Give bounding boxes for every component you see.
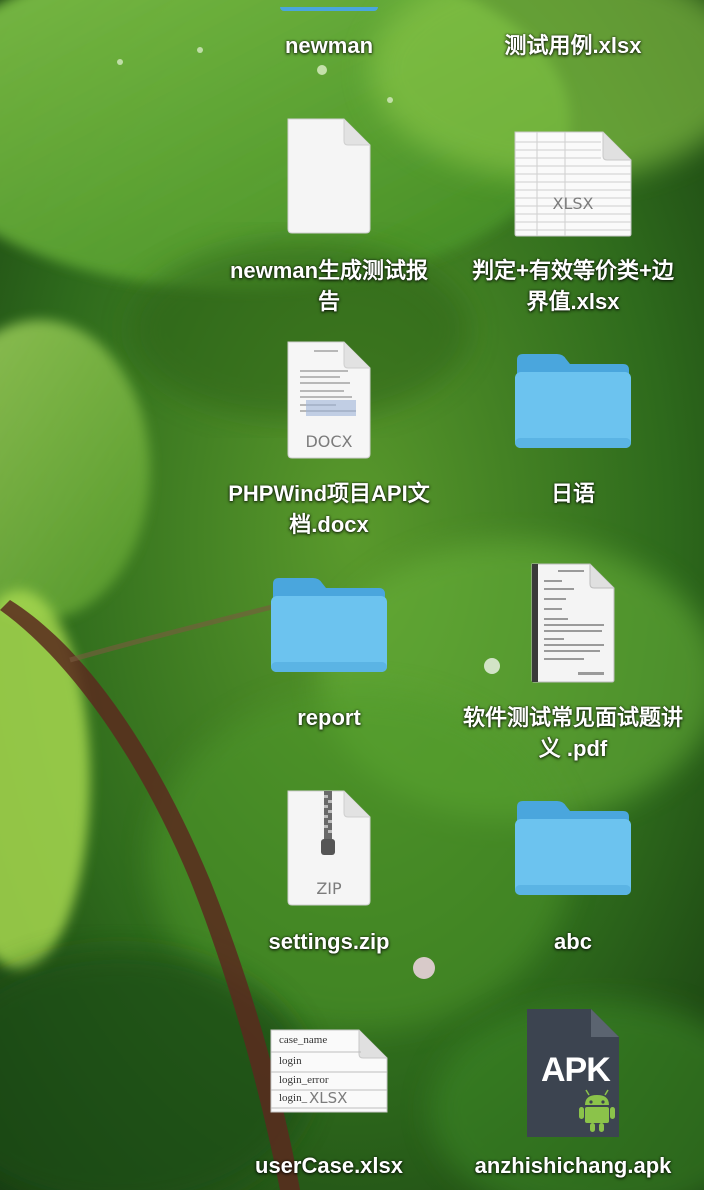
desktop-item-decision-xlsx[interactable]: XLSX 判定+有效等价类+边界值.xlsx [463, 115, 683, 320]
desktop-icon-grid: newman 测试用例.xlsx newman生成测试报告 [0, 0, 704, 1190]
file-type-badge: APK [541, 1051, 610, 1090]
desktop-item-phpwind-docx[interactable]: DOCX PHPWind项目API文档.docx [219, 338, 439, 543]
blue-item-icon [274, 0, 384, 6]
apk-file-icon: APK [525, 1007, 621, 1139]
sheet-cell: login_ [279, 1092, 307, 1104]
desktop-item-anzhishichang-apk[interactable]: APK anzhishichang.apk [463, 1005, 683, 1185]
file-type-badge: DOCX [284, 432, 374, 451]
desktop-item-interview-pdf[interactable]: 软件测试常见面试题讲义 .pdf [463, 562, 683, 767]
pdf-file-icon [528, 562, 618, 684]
item-label: newman生成测试报告 [219, 255, 439, 317]
sheet-cell: login_error [279, 1074, 328, 1086]
file-type-badge: ZIP [284, 879, 374, 898]
item-label: settings.zip [219, 926, 439, 957]
desktop-item-usercase-xlsx[interactable]: case_name login login_error login_ XLSX … [219, 1005, 439, 1185]
desktop-item-settings-zip[interactable]: ZIP settings.zip [219, 785, 439, 960]
docx-file-icon: DOCX [284, 340, 374, 460]
sheet-cell: case_name [279, 1034, 327, 1046]
file-type-badge: XLSX [309, 1089, 347, 1107]
folder-icon [513, 797, 633, 897]
item-label: 软件测试常见面试题讲义 .pdf [463, 702, 683, 764]
desktop-item-newman[interactable]: newman [219, 0, 439, 64]
sheet-cell: login [279, 1055, 302, 1067]
item-label: newman [219, 30, 439, 61]
document-file-icon [284, 117, 374, 235]
item-label: 判定+有效等价类+边界值.xlsx [463, 255, 683, 317]
folder-icon [269, 574, 389, 674]
item-label: abc [463, 926, 683, 957]
zip-file-icon: ZIP [284, 789, 374, 907]
item-label: 日语 [463, 478, 683, 509]
desktop-item-report-folder[interactable]: report [219, 562, 439, 767]
xlsx-file-icon: case_name login login_error login_ XLSX [269, 1028, 389, 1114]
desktop-item-abc-folder[interactable]: abc [463, 785, 683, 960]
desktop-item-test-cases-xlsx[interactable]: 测试用例.xlsx [463, 0, 683, 64]
item-label: anzhishichang.apk [463, 1150, 683, 1181]
item-label: report [219, 702, 439, 733]
folder-icon [513, 350, 633, 450]
item-label: PHPWind项目API文档.docx [219, 478, 439, 540]
xlsx-file-icon: XLSX [513, 130, 633, 238]
item-label: 测试用例.xlsx [463, 30, 683, 61]
item-label: userCase.xlsx [219, 1150, 439, 1181]
desktop-item-newman-report[interactable]: newman生成测试报告 [219, 115, 439, 320]
desktop-item-japanese-folder[interactable]: 日语 [463, 338, 683, 543]
file-type-badge: XLSX [513, 194, 633, 213]
